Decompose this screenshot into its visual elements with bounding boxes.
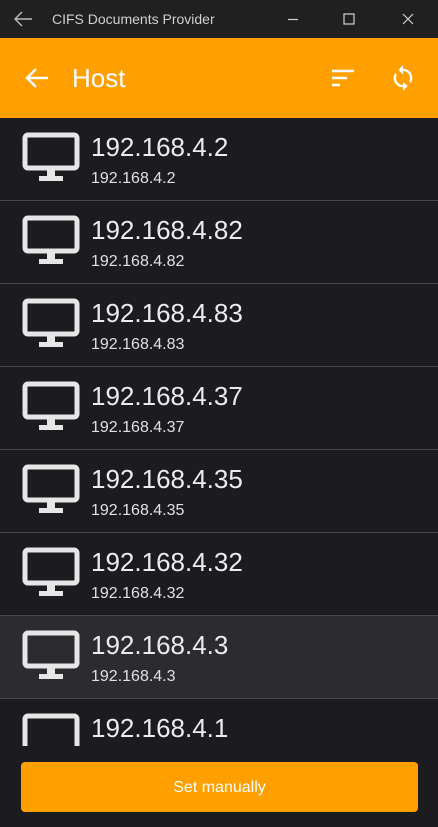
minimize-icon[interactable] — [283, 9, 303, 29]
host-name: 192.168.4.37 — [91, 381, 243, 411]
host-list-item[interactable]: 192.168.4.83 192.168.4.83 — [0, 284, 438, 367]
host-list-item[interactable]: 192.168.4.35 192.168.4.35 — [0, 450, 438, 533]
computer-monitor-icon — [22, 215, 80, 264]
host-list-item[interactable]: 192.168.4.32 192.168.4.32 — [0, 533, 438, 616]
host-list-item[interactable]: 192.168.4.37 192.168.4.37 — [0, 367, 438, 450]
host-name: 192.168.4.83 — [91, 298, 243, 328]
bottom-bar: Set manually — [0, 746, 438, 827]
app-window: CIFS Documents Provider Host 192.168.4.2… — [0, 0, 438, 827]
window-title: CIFS Documents Provider — [52, 11, 215, 27]
computer-monitor-icon — [22, 630, 80, 679]
host-address: 192.168.4.82 — [91, 253, 185, 270]
back-arrow-icon[interactable] — [24, 66, 50, 90]
arrow-left-icon[interactable] — [12, 9, 34, 29]
refresh-icon[interactable] — [389, 64, 417, 92]
close-icon[interactable] — [398, 9, 418, 29]
computer-monitor-icon — [22, 464, 80, 513]
sort-icon[interactable] — [330, 66, 356, 90]
host-list-item[interactable]: 192.168.4.82 192.168.4.82 — [0, 201, 438, 284]
host-name: 192.168.4.35 — [91, 464, 243, 494]
host-address: 192.168.4.32 — [91, 585, 185, 602]
computer-monitor-icon — [22, 132, 80, 181]
title-bar: CIFS Documents Provider — [0, 0, 438, 38]
host-address: 192.168.4.83 — [91, 336, 185, 353]
host-name: 192.168.4.32 — [91, 547, 243, 577]
host-list[interactable]: 192.168.4.2 192.168.4.2 192.168.4.82 192… — [0, 118, 438, 746]
computer-monitor-icon — [22, 713, 80, 746]
host-name: 192.168.4.82 — [91, 215, 243, 245]
maximize-icon[interactable] — [339, 9, 359, 29]
host-name: 192.168.4.2 — [91, 132, 229, 162]
host-address: 192.168.4.3 — [91, 668, 176, 685]
app-bar: Host — [0, 38, 438, 118]
set-manually-button[interactable]: Set manually — [21, 762, 418, 812]
page-title: Host — [72, 63, 126, 93]
host-list-item[interactable]: 192.168.4.2 192.168.4.2 — [0, 118, 438, 201]
host-list-item[interactable]: 192.168.4.1 192.168.4.1 — [0, 699, 438, 746]
computer-monitor-icon — [22, 381, 80, 430]
host-address: 192.168.4.35 — [91, 502, 185, 519]
host-name: 192.168.4.1 — [91, 713, 229, 743]
host-name: 192.168.4.3 — [91, 630, 229, 660]
computer-monitor-icon — [22, 298, 80, 347]
host-address: 192.168.4.2 — [91, 170, 176, 187]
host-list-item[interactable]: 192.168.4.3 192.168.4.3 — [0, 616, 438, 699]
computer-monitor-icon — [22, 547, 80, 596]
host-address: 192.168.4.37 — [91, 419, 185, 436]
